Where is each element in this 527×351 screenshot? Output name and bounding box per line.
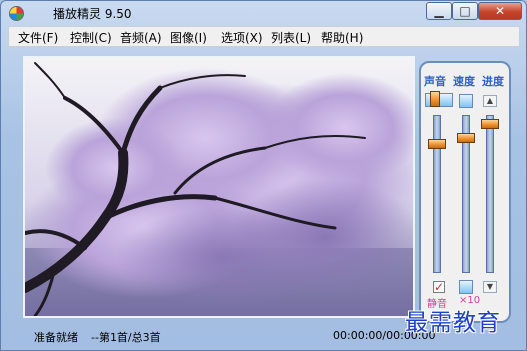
control-panel: 声音 速度 进度 ▲ ✓ ▼ 静音 ×10 [419,61,511,323]
maximize-button[interactable]: □ [452,2,478,20]
progress-label: 进度 [482,75,504,88]
close-icon: ✕ [494,4,506,18]
progress-slider[interactable] [486,115,494,273]
speed-reset-button[interactable] [459,94,473,108]
maximize-icon: □ [459,4,471,18]
menu-file[interactable]: 文件(F) [18,29,58,46]
speed-multiplier-button[interactable] [459,280,473,294]
menu-help[interactable]: 帮助(H) [321,29,363,46]
minimize-button[interactable]: ▁ [426,2,452,20]
speed-slider-thumb[interactable] [457,133,475,143]
minimize-icon: ▁ [434,4,444,18]
title-bar[interactable]: 播放精灵 9.50 ▁ □ ✕ [1,1,526,25]
mute-checkbox[interactable]: ✓ [433,281,445,293]
progress-down-button[interactable]: ▼ [483,281,497,293]
app-window: 播放精灵 9.50 ▁ □ ✕ 文件(F) 控制(C) 音频(A) 图像(I) … [0,0,527,351]
menu-bar: 文件(F) 控制(C) 音频(A) 图像(I) 选项(X) 列表(L) 帮助(H… [8,26,520,47]
menu-options[interactable]: 选项(X) [221,29,263,46]
menu-audio[interactable]: 音频(A) [120,29,162,46]
image-viewer[interactable] [23,56,415,318]
app-logo-icon[interactable] [9,6,24,21]
window-title: 播放精灵 9.50 [53,7,132,21]
speed-label: 速度 [453,75,475,88]
cherry-blossom-photo [25,58,413,316]
watermark: 最需教育 [405,310,501,336]
menu-control[interactable]: 控制(C) [70,29,112,46]
volume-label: 声音 [424,75,446,88]
progress-slider-thumb[interactable] [481,119,499,129]
progress-up-button[interactable]: ▲ [483,95,497,107]
menu-list[interactable]: 列表(L) [271,29,311,46]
status-state: 准备就绪 [34,331,78,344]
volume-slider-thumb[interactable] [428,139,446,149]
balance-thumb[interactable] [430,91,440,107]
status-track: --第1首/总3首 [91,331,161,344]
menu-image[interactable]: 图像(I) [170,29,207,46]
close-button[interactable]: ✕ [478,2,522,20]
